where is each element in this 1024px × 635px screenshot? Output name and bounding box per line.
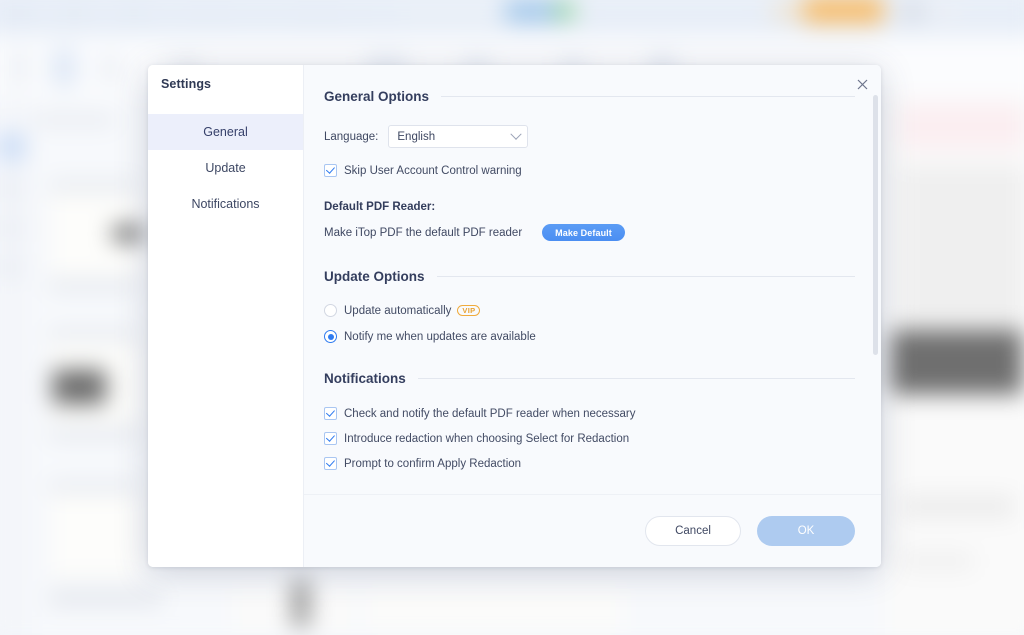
sidebar-item-notifications[interactable]: Notifications xyxy=(148,186,303,222)
update-automatically-label: Update automatically xyxy=(344,304,452,317)
background-thumbnail-mark xyxy=(891,330,1023,395)
confirm-apply-redaction-checkbox[interactable] xyxy=(324,457,337,470)
notify-updates-radio[interactable] xyxy=(324,330,337,343)
confirm-apply-redaction-row[interactable]: Prompt to confirm Apply Redaction xyxy=(324,457,881,470)
notify-default-reader-label: Check and notify the default PDF reader … xyxy=(344,407,636,420)
section-title: General Options xyxy=(324,89,430,104)
sidebar-item-label: General xyxy=(203,125,248,139)
cancel-button[interactable]: Cancel xyxy=(645,516,741,546)
settings-dialog: Settings General Update Notifications Ge… xyxy=(148,65,881,567)
section-title: Notifications xyxy=(324,371,406,386)
background-thumbnail-card xyxy=(48,493,142,578)
sidebar-item-label: Notifications xyxy=(191,197,260,211)
background-text-line xyxy=(48,182,138,191)
background-chip xyxy=(0,132,26,162)
background-chip xyxy=(901,165,1024,331)
update-automatically-row[interactable]: Update automatically VIP xyxy=(324,304,881,317)
language-row: Language: English xyxy=(324,125,881,148)
notify-updates-label: Notify me when updates are available xyxy=(344,330,536,343)
section-update-options: Update Options xyxy=(324,269,855,284)
background-chip xyxy=(901,103,1024,150)
chevron-down-icon xyxy=(510,128,523,140)
sidebar-item-update[interactable]: Update xyxy=(148,150,303,186)
section-divider xyxy=(441,96,855,97)
introduce-redaction-checkbox[interactable] xyxy=(324,432,337,445)
background-chip xyxy=(0,177,22,201)
default-pdf-reader-text: Make iTop PDF the default PDF reader xyxy=(324,226,523,239)
section-title: Update Options xyxy=(324,269,425,284)
background-thumbnail-mark xyxy=(291,579,311,628)
default-pdf-reader-row: Make iTop PDF the default PDF reader Mak… xyxy=(324,224,881,241)
default-pdf-reader-heading: Default PDF Reader: xyxy=(324,201,436,213)
notify-default-reader-row[interactable]: Check and notify the default PDF reader … xyxy=(324,407,881,420)
background-chip xyxy=(803,0,884,24)
language-label: Language: xyxy=(324,130,379,143)
background-chip xyxy=(365,587,624,634)
language-select[interactable]: English xyxy=(388,125,529,148)
background-text-line xyxy=(48,430,138,439)
settings-scroll-area: General Options Language: English Skip U… xyxy=(304,65,881,494)
background-thumbnail-mark xyxy=(52,369,107,405)
background-chip xyxy=(772,2,804,20)
introduce-redaction-label: Introduce redaction when choosing Select… xyxy=(344,432,630,445)
scrollbar-thumb[interactable] xyxy=(873,95,878,355)
background-text-line xyxy=(48,281,138,291)
background-chip xyxy=(5,4,33,22)
background-chip xyxy=(901,551,974,571)
background-chip xyxy=(901,0,924,22)
background-chip xyxy=(7,50,30,86)
section-notifications: Notifications xyxy=(324,371,855,386)
background-chip xyxy=(901,495,1015,518)
confirm-apply-redaction-label: Prompt to confirm Apply Redaction xyxy=(344,457,522,470)
section-general-options: General Options xyxy=(324,89,855,104)
vip-badge: VIP xyxy=(457,304,481,317)
background-chip xyxy=(97,54,123,84)
background-chip xyxy=(185,4,235,22)
make-default-button[interactable]: Make Default xyxy=(542,224,625,241)
background-chip xyxy=(118,4,150,22)
background-chip xyxy=(401,0,516,22)
skip-uac-row[interactable]: Skip User Account Control warning xyxy=(324,164,881,177)
background-chip xyxy=(0,256,22,279)
notify-updates-row[interactable]: Notify me when updates are available xyxy=(324,330,881,343)
section-divider xyxy=(417,378,855,379)
background-sidebar xyxy=(0,95,33,635)
skip-uac-label: Skip User Account Control warning xyxy=(344,164,522,177)
background-chip xyxy=(50,48,78,88)
skip-uac-checkbox[interactable] xyxy=(324,164,337,177)
background-text-line xyxy=(48,482,138,492)
background-text-line xyxy=(48,330,138,339)
ok-button[interactable]: OK xyxy=(757,516,855,546)
background-chip xyxy=(504,0,559,22)
background-chip xyxy=(293,4,344,22)
sidebar-item-label: Update xyxy=(205,161,246,175)
screen: Settings General Update Notifications Ge… xyxy=(0,0,1024,635)
dialog-title: Settings xyxy=(161,77,212,91)
dialog-footer: Cancel OK xyxy=(304,494,881,567)
background-thumbnail-mark xyxy=(112,225,144,242)
background-chip xyxy=(56,4,92,22)
language-selected-value: English xyxy=(397,130,436,143)
notify-default-reader-checkbox[interactable] xyxy=(324,407,337,420)
settings-nav: General Update Notifications xyxy=(148,114,303,222)
section-divider xyxy=(436,276,855,277)
background-chip xyxy=(0,217,22,240)
background-text-line xyxy=(48,594,162,604)
dialog-content: General Options Language: English Skip U… xyxy=(304,65,881,567)
sidebar-item-general[interactable]: General xyxy=(148,114,303,150)
background-chip xyxy=(930,4,962,20)
background-chip xyxy=(554,2,575,20)
introduce-redaction-row[interactable]: Introduce redaction when choosing Select… xyxy=(324,432,881,445)
dialog-sidebar: Settings General Update Notifications xyxy=(148,65,304,567)
close-icon[interactable] xyxy=(851,73,873,95)
background-text-line xyxy=(34,114,115,126)
update-automatically-radio[interactable] xyxy=(324,304,337,317)
